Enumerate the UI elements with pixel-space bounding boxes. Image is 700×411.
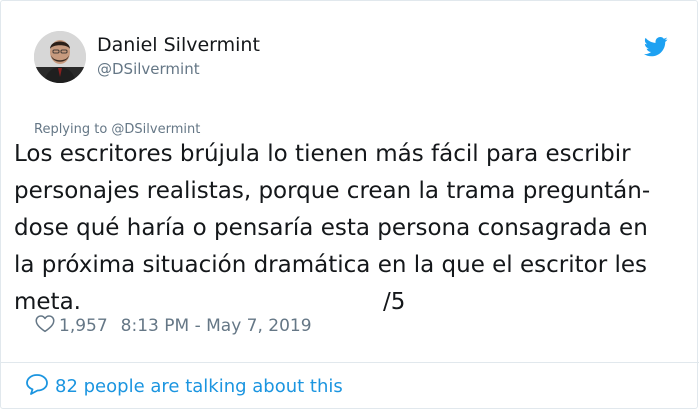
heart-outline-icon[interactable] bbox=[35, 314, 59, 338]
tweet-card: Daniel Silvermint @DSilvermint Replying … bbox=[0, 0, 699, 409]
author-handle[interactable]: @DSilvermint bbox=[97, 60, 200, 78]
tweet-line: Los escritores brújula lo tienen más fác… bbox=[14, 141, 631, 167]
talking-about-text[interactable]: 82 people are talking about this bbox=[55, 376, 343, 397]
author-name[interactable]: Daniel Silvermint bbox=[97, 34, 260, 56]
speech-bubble-icon bbox=[25, 373, 55, 400]
tweet-meta: 1,957 8:13 PM - May 7, 2019 bbox=[35, 314, 312, 338]
tweet-timestamp[interactable]: 8:13 PM - May 7, 2019 bbox=[121, 316, 312, 336]
like-count[interactable]: 1,957 bbox=[59, 316, 108, 336]
tweet-line-end: meta. bbox=[14, 289, 81, 315]
divider bbox=[1, 362, 699, 363]
tweet-line: personajes realistas, porque crean la tr… bbox=[14, 178, 651, 204]
thread-marker: /5 bbox=[383, 289, 406, 315]
tweet-text: Los escritores brújula lo tienen más fác… bbox=[14, 136, 696, 321]
talking-about-link[interactable]: 82 people are talking about this bbox=[25, 373, 343, 400]
twitter-bird-icon[interactable] bbox=[644, 37, 668, 57]
avatar[interactable] bbox=[34, 31, 86, 83]
tweet-line: la próxima situación dramática en la que… bbox=[14, 252, 648, 278]
tweet-line: dose qué haría o pensaría esta persona c… bbox=[14, 215, 648, 241]
replying-to-label[interactable]: Replying to @DSilvermint bbox=[34, 122, 200, 137]
